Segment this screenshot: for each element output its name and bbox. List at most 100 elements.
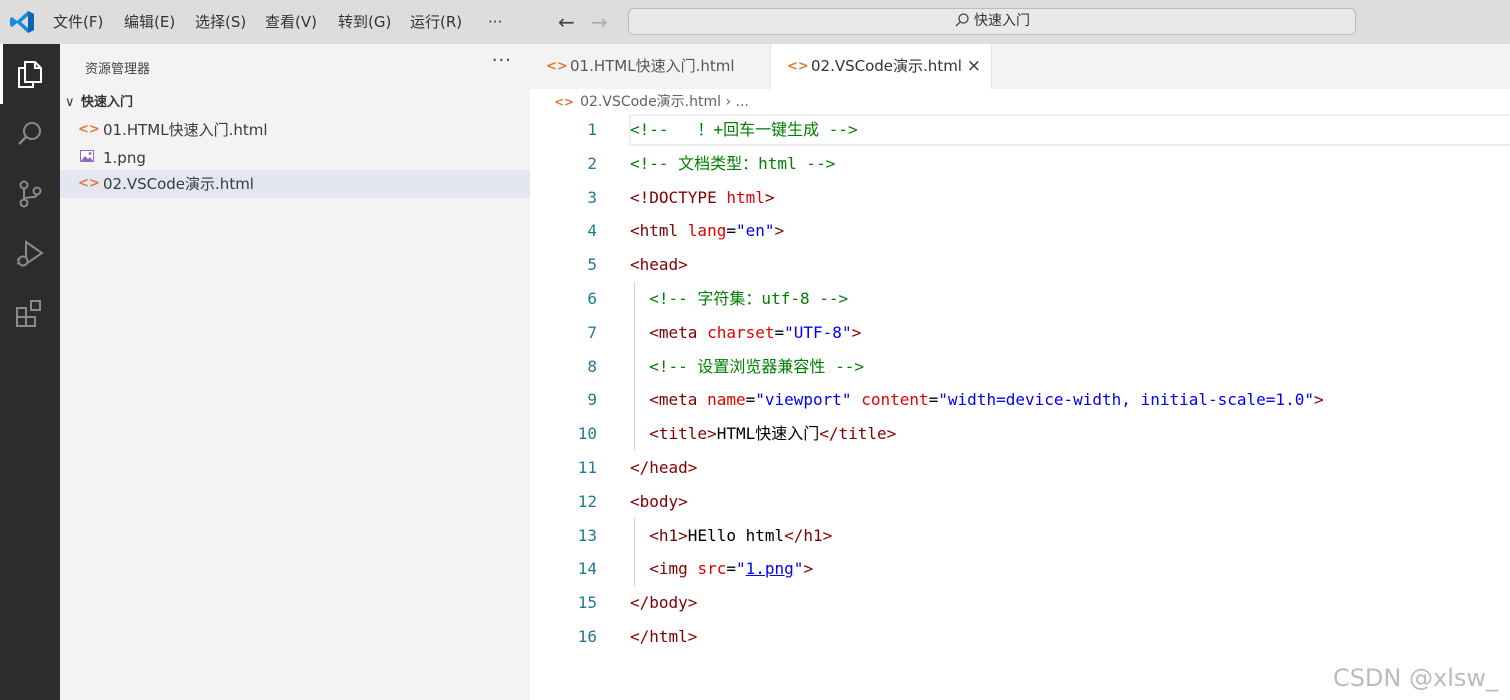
file-item-html-quickstart[interactable]: <> 01.HTML快速入门.html	[60, 116, 530, 144]
search-label: 快速入门	[974, 13, 1030, 29]
menu-go[interactable]: 转到(G)	[338, 0, 391, 44]
explorer-sidebar: 资源管理器 ··· ∨ 快速入门 <> 01.HTML快速入门.html 1.pn…	[60, 44, 530, 700]
code-content: <head>	[630, 248, 688, 282]
folder-item-quickstart[interactable]: ∨ 快速入门	[65, 91, 133, 110]
code-string: "UTF-8"	[784, 322, 852, 342]
code-string: "viewport"	[755, 390, 852, 410]
code-text: HEllo html	[687, 525, 785, 545]
menu-selection[interactable]: 选择(S)	[195, 0, 246, 44]
run-debug-icon[interactable]	[14, 238, 46, 270]
code-text: HTML快速入门	[716, 424, 820, 444]
code-attribute: src	[697, 559, 727, 579]
breadcrumb-file[interactable]: 02.VSCode演示.html	[580, 94, 721, 110]
code-tag: <h1>	[649, 525, 688, 545]
code-tag: <meta	[649, 322, 708, 342]
tab-vscode-demo[interactable]: <> 02.VSCode演示.html ×	[771, 44, 992, 89]
code-content: </head>	[630, 451, 697, 485]
code-line[interactable]: 11 </head>	[530, 451, 1510, 485]
code-line[interactable]: 3 <!DOCTYPE html>	[530, 181, 1510, 215]
title-bar: 文件(F) 编辑(E) 选择(S) 查看(V) 转到(G) 运行(R) ··· …	[0, 0, 1510, 44]
html-file-icon: <>	[546, 59, 568, 74]
menu-edit[interactable]: 编辑(E)	[124, 0, 175, 44]
tab-label: 02.VSCode演示.html	[811, 57, 962, 75]
code-line[interactable]: 5 <head>	[530, 248, 1510, 282]
code-content: <h1>HEllo html</h1>	[630, 519, 832, 553]
breadcrumb[interactable]: <> 02.VSCode演示.html › ...	[554, 91, 749, 113]
sidebar-more-button[interactable]: ···	[492, 50, 512, 71]
code-line[interactable]: 14 <img src="1.png">	[530, 552, 1510, 586]
code-line[interactable]: 2 <!-- 文档类型：html -->	[530, 147, 1510, 181]
html-file-icon: <>	[787, 59, 809, 74]
code-link[interactable]: 1.png	[746, 559, 794, 578]
code-tag: <body>	[630, 491, 688, 511]
line-number: 9	[587, 390, 597, 410]
code-line[interactable]: 1 <!-- ！+回车一键生成 -->	[530, 113, 1510, 147]
code-comment: <!-- ！+回车一键生成 -->	[630, 120, 858, 139]
code-line[interactable]: 6 <!-- 字符集：utf-8 -->	[530, 282, 1510, 316]
code-attribute: name	[707, 390, 746, 410]
file-item-vscode-demo[interactable]: <> 02.VSCode演示.html	[60, 170, 530, 198]
code-text: =	[774, 322, 785, 342]
code-content: <body>	[630, 485, 688, 519]
code-line[interactable]: 12 <body>	[530, 485, 1510, 519]
code-attribute: content	[861, 390, 929, 410]
search-sidebar-icon[interactable]	[14, 118, 46, 150]
line-number: 8	[587, 356, 597, 376]
breadcrumb-tail[interactable]: ...	[736, 94, 749, 110]
code-attribute: lang	[687, 221, 727, 241]
code-line[interactable]: 7 <meta charset="UTF-8">	[530, 316, 1510, 350]
code-tag: >	[851, 322, 862, 342]
code-string: "en"	[735, 221, 775, 241]
source-control-icon[interactable]	[14, 178, 46, 210]
menu-run[interactable]: 运行(R)	[410, 0, 462, 44]
line-number: 10	[577, 424, 597, 444]
code-line[interactable]: 15 </body>	[530, 586, 1510, 620]
command-center-search[interactable]: 快速入门	[628, 8, 1356, 35]
html-file-icon: <>	[78, 176, 100, 191]
code-content: <meta charset="UTF-8">	[630, 316, 861, 350]
code-line[interactable]: 8 <!-- 设置浏览器兼容性 -->	[530, 350, 1510, 384]
line-number: 1	[587, 120, 597, 139]
code-line[interactable]: 10 <title>HTML快速入门</title>	[530, 417, 1510, 451]
code-content: <!-- ！+回车一键生成 -->	[630, 113, 858, 147]
line-number: 13	[577, 525, 597, 545]
explorer-files-icon[interactable]	[14, 58, 46, 90]
code-line[interactable]: 9 <meta name="viewport" content="width=d…	[530, 383, 1510, 417]
line-number: 11	[577, 458, 597, 477]
tab-html-quickstart[interactable]: <> 01.HTML快速入门.html	[530, 44, 771, 89]
code-editor[interactable]: 1 <!-- ！+回车一键生成 --> 2 <!-- 文档类型：html --> 3 <!…	[530, 113, 1510, 700]
activity-bar	[0, 44, 60, 700]
code-line[interactable]: 4 <html lang="en">	[530, 214, 1510, 248]
active-indicator	[0, 44, 3, 104]
code-tag: <head>	[630, 255, 688, 275]
code-tag: </title>	[819, 424, 897, 444]
menu-more-button[interactable]: ···	[488, 0, 502, 44]
file-label: 01.HTML快速入门.html	[103, 121, 268, 139]
watermark: CSDN @xlsw_	[1332, 664, 1498, 692]
editor-tab-bar: <> 01.HTML快速入门.html <> 02.VSCode演示.html …	[530, 44, 1510, 89]
back-arrow-icon[interactable]: ←	[558, 10, 575, 34]
code-tag: <title>	[649, 424, 717, 444]
code-tag: <meta	[649, 390, 708, 410]
code-content: <!-- 文档类型：html -->	[630, 147, 835, 181]
code-tag: >	[803, 559, 814, 579]
close-icon[interactable]: ×	[967, 44, 981, 89]
menu-view[interactable]: 查看(V)	[265, 0, 317, 44]
code-text: =	[726, 559, 736, 579]
code-content: </body>	[630, 586, 697, 620]
menu-file[interactable]: 文件(F)	[53, 0, 103, 44]
file-label: 02.VSCode演示.html	[103, 175, 254, 193]
file-item-png[interactable]: 1.png	[60, 144, 530, 172]
code-content: <meta name="viewport" content="width=dev…	[630, 383, 1323, 417]
forward-arrow-icon[interactable]: →	[591, 10, 608, 34]
code-content: </html>	[630, 620, 697, 654]
image-file-icon	[78, 144, 96, 172]
code-line[interactable]: 13 <h1>HEllo html</h1>	[530, 519, 1510, 553]
extensions-icon[interactable]	[14, 298, 46, 330]
code-line[interactable]: 16 </html>	[530, 620, 1510, 654]
code-string: "	[793, 559, 804, 579]
